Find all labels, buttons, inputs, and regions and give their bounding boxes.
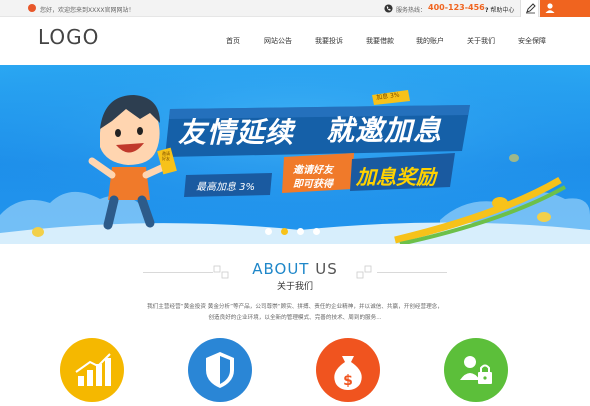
top-bar: 您好，欢迎您来到XXXX官网网站！ 服务热线： 400-123-456 ? 帮助… (0, 0, 590, 17)
site-header: LOGO 首页 网站公告 我要投诉 我要借款 我的账户 关于我们 安全保障 (0, 17, 590, 65)
edit-button[interactable] (520, 0, 539, 17)
user-button[interactable] (540, 0, 590, 17)
nav-borrow[interactable]: 我要借款 (366, 36, 394, 46)
invite-line-2: 即可获得 (293, 179, 333, 190)
coin (492, 197, 508, 209)
nav-about-us[interactable]: 关于我们 (467, 36, 495, 46)
hotline-number: 400-123-456 (428, 3, 485, 12)
svg-text:$: $ (343, 373, 353, 389)
banner-headline-1: 友情延续 (178, 116, 295, 149)
slider-dot-1[interactable] (265, 228, 272, 235)
home-icon[interactable] (28, 4, 36, 12)
hand-tag-text: 邀请好友 (162, 151, 170, 161)
reward-text: 加息奖励 (356, 165, 436, 189)
about-heading-a: ABOUT (252, 260, 310, 278)
feature-account[interactable] (444, 338, 508, 402)
nav-announcements[interactable]: 网站公告 (264, 36, 292, 46)
nav-my-account[interactable]: 我的账户 (416, 36, 444, 46)
question-icon: ? (485, 7, 489, 14)
about-text-line-1: 我们主营经营“黄金投资 黄金分析”等产品，公司尊崇“顾实、拼搏、责任的企业精神，… (147, 304, 443, 310)
pencil-icon (526, 3, 536, 14)
slider-dot-4[interactable] (313, 228, 320, 235)
slider-dot-3[interactable] (297, 228, 304, 235)
invite-line-1: 邀请好友 (293, 165, 333, 176)
shield-icon (206, 352, 234, 388)
about-description: 我们主营经营“黄金投资 黄金分析”等产品，公司尊崇“顾实、拼搏、责任的企业精神，… (115, 302, 475, 324)
banner-headline-2: 就邀加息 (326, 114, 443, 147)
about-section: ABOUT US 关于我们 我们主营经营“黄金投资 黄金分析”等产品，公司尊崇“… (0, 244, 590, 402)
nav-security[interactable]: 安全保障 (518, 36, 546, 46)
growth-chart-icon (75, 353, 111, 386)
hotline-label: 服务热线： (396, 7, 427, 14)
slider-dot-2-active[interactable] (281, 228, 288, 235)
banner-artwork (0, 65, 590, 244)
help-center-link[interactable]: ? 帮助中心 (485, 5, 514, 14)
about-heading: ABOUT US (0, 260, 590, 278)
promo-banner[interactable]: 友情延续 就邀加息 加息 3% 邀请好友 即可获得 加息奖励 最高加息 3% 邀… (0, 65, 590, 244)
help-center-label: 帮助中心 (490, 7, 515, 14)
feature-security[interactable] (188, 338, 252, 402)
welcome-text: 您好，欢迎您来到XXXX官网网站！ (40, 7, 135, 14)
feature-growth[interactable] (60, 338, 124, 402)
about-heading-b: US (315, 260, 338, 278)
user-lock-icon (460, 356, 492, 384)
max-rate-text: 最高加息 3% (196, 182, 256, 193)
user-icon (545, 3, 555, 13)
nav-home[interactable]: 首页 (226, 36, 240, 46)
nav-complaint[interactable]: 我要投诉 (315, 36, 343, 46)
coin (509, 154, 519, 162)
feature-money[interactable]: $ (316, 338, 380, 402)
coin (32, 227, 44, 237)
coin (537, 212, 551, 222)
about-text-line-2: 创造良好的企业环境，以全新的管理模式、完善的技术、周到的服务... (208, 315, 382, 321)
site-logo[interactable]: LOGO (38, 25, 99, 49)
phone-icon (384, 4, 393, 13)
about-subtitle: 关于我们 (276, 282, 313, 292)
money-bag-icon: $ (334, 356, 362, 390)
